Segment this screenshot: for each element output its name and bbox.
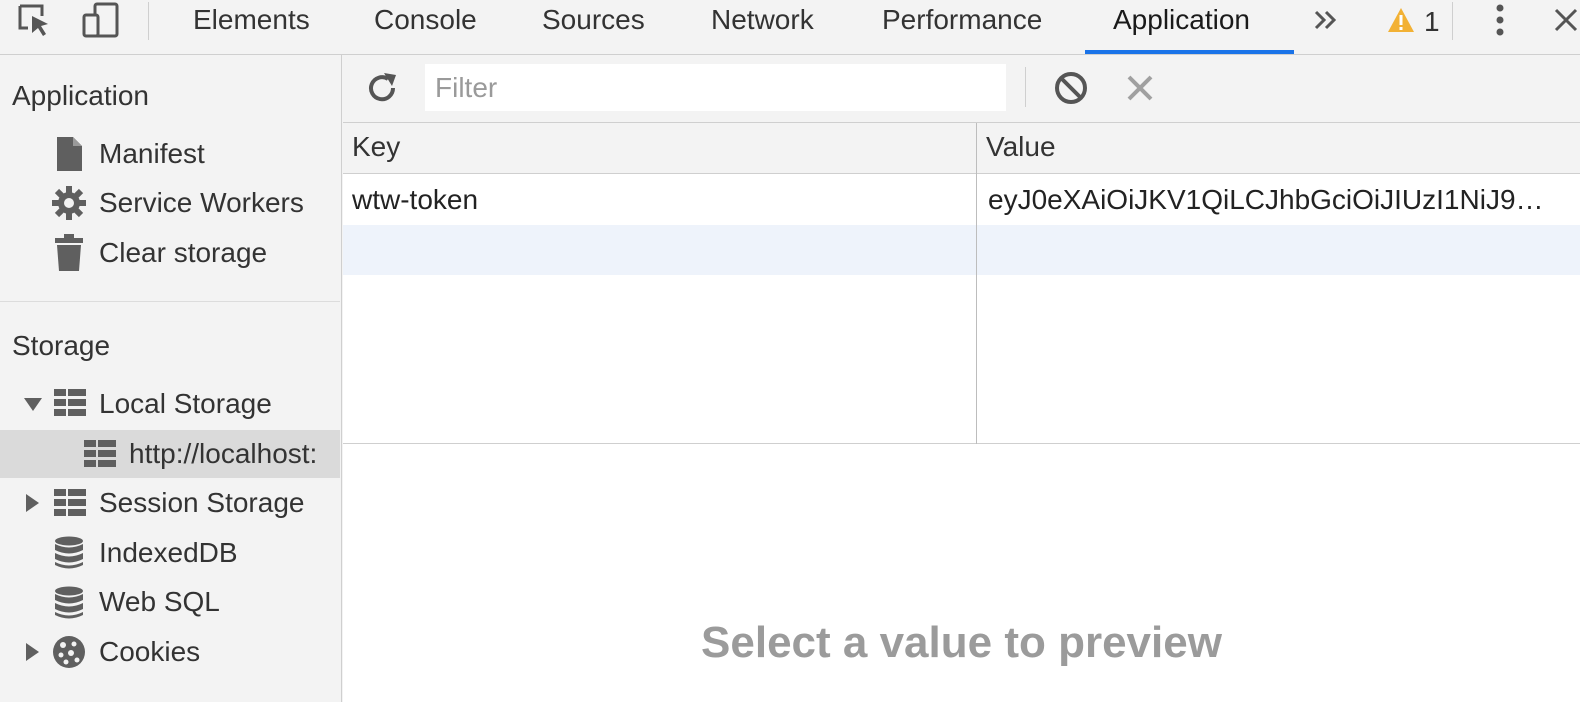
database-icon [54, 585, 84, 621]
toolbar-divider [148, 2, 149, 40]
file-icon [55, 135, 83, 173]
toolbar-divider [1025, 67, 1026, 107]
sidebar-item-service-workers[interactable]: Service Workers [0, 179, 341, 227]
tab-elements[interactable]: Elements [193, 0, 310, 54]
sidebar-item-label: Session Storage [99, 487, 305, 518]
sidebar-item-session-storage[interactable]: Session Storage [0, 479, 341, 527]
toolbar-divider [1452, 2, 1453, 40]
refresh-icon[interactable] [363, 68, 401, 108]
tab-sources[interactable]: Sources [542, 0, 645, 54]
expand-arrow-icon[interactable] [26, 494, 39, 512]
grid-icon [54, 389, 86, 417]
tab-network[interactable]: Network [711, 0, 814, 54]
expand-arrow-icon[interactable] [26, 643, 39, 661]
preview-placeholder: Select a value to preview [701, 618, 1222, 667]
clear-all-icon[interactable] [1052, 68, 1090, 108]
column-divider[interactable] [976, 123, 977, 444]
delete-selected-icon[interactable] [1121, 68, 1159, 108]
sidebar-item-cookies[interactable]: Cookies [0, 628, 341, 676]
sidebar-item-local-storage[interactable]: Local Storage [0, 380, 341, 428]
sidebar-item-label: IndexedDB [99, 537, 238, 568]
column-header-key[interactable]: Key [343, 123, 976, 174]
key-cell: wtw-token [352, 184, 479, 215]
inspect-element-icon[interactable] [14, 0, 54, 40]
active-tab-indicator [1085, 50, 1294, 54]
devtools-toolbar: Elements Console Sources Network Perform… [0, 0, 1580, 55]
kebab-menu-icon[interactable] [1488, 0, 1512, 40]
application-sidebar: Application Manifest Service Workers Cle… [0, 55, 342, 702]
section-header-application: Application [12, 80, 149, 111]
sidebar-item-label: Web SQL [99, 586, 220, 617]
sidebar-item-label: Manifest [99, 138, 205, 169]
sidebar-item-label: Service Workers [99, 187, 304, 218]
tab-console[interactable]: Console [374, 0, 477, 54]
warning-icon[interactable] [1386, 0, 1416, 40]
sidebar-item-label: Local Storage [99, 388, 272, 419]
tab-performance[interactable]: Performance [882, 0, 1042, 54]
grid-icon [84, 440, 116, 468]
storage-panel: Key Value wtw-token eyJ0eXAiOiJKV1QiLCJh… [343, 55, 1580, 702]
sidebar-divider [0, 301, 340, 302]
cookie-icon [52, 635, 86, 669]
more-tabs-icon[interactable] [1308, 0, 1344, 40]
filter-toolbar [343, 55, 1580, 123]
gear-icon [51, 184, 87, 222]
empty-table-row[interactable] [343, 225, 1580, 275]
sidebar-item-manifest[interactable]: Manifest [0, 130, 341, 178]
database-icon [54, 535, 84, 571]
sidebar-item-web-sql[interactable]: Web SQL [0, 578, 341, 626]
sidebar-item-indexeddb[interactable]: IndexedDB [0, 529, 341, 577]
grid-icon [54, 489, 86, 517]
expand-arrow-icon[interactable] [24, 398, 42, 411]
table-row[interactable]: wtw-token eyJ0eXAiOiJKV1QiLCJhbGciOiJIUz… [343, 175, 1580, 225]
device-toolbar-icon[interactable] [80, 0, 122, 40]
sidebar-item-label: Cookies [99, 636, 201, 667]
section-header-storage: Storage [12, 330, 111, 361]
sidebar-item-localhost[interactable]: http://localhost: [0, 430, 340, 478]
sidebar-item-label: http://localhost: [129, 438, 318, 469]
close-devtools-icon[interactable] [1552, 0, 1580, 40]
filter-input[interactable] [425, 64, 1006, 111]
trash-icon [54, 233, 84, 273]
sidebar-item-label: Clear storage [99, 237, 268, 268]
storage-table: Key Value wtw-token eyJ0eXAiOiJKV1QiLCJh… [343, 123, 1580, 444]
column-header-value[interactable]: Value [977, 123, 1580, 174]
value-cell: eyJ0eXAiOiJKV1QiLCJhbGciOiJIUzI1NiJ9… [988, 184, 1544, 215]
tab-application[interactable]: Application [1113, 0, 1250, 54]
warning-count[interactable]: 1 [1424, 2, 1440, 56]
sidebar-item-clear-storage[interactable]: Clear storage [0, 229, 341, 277]
